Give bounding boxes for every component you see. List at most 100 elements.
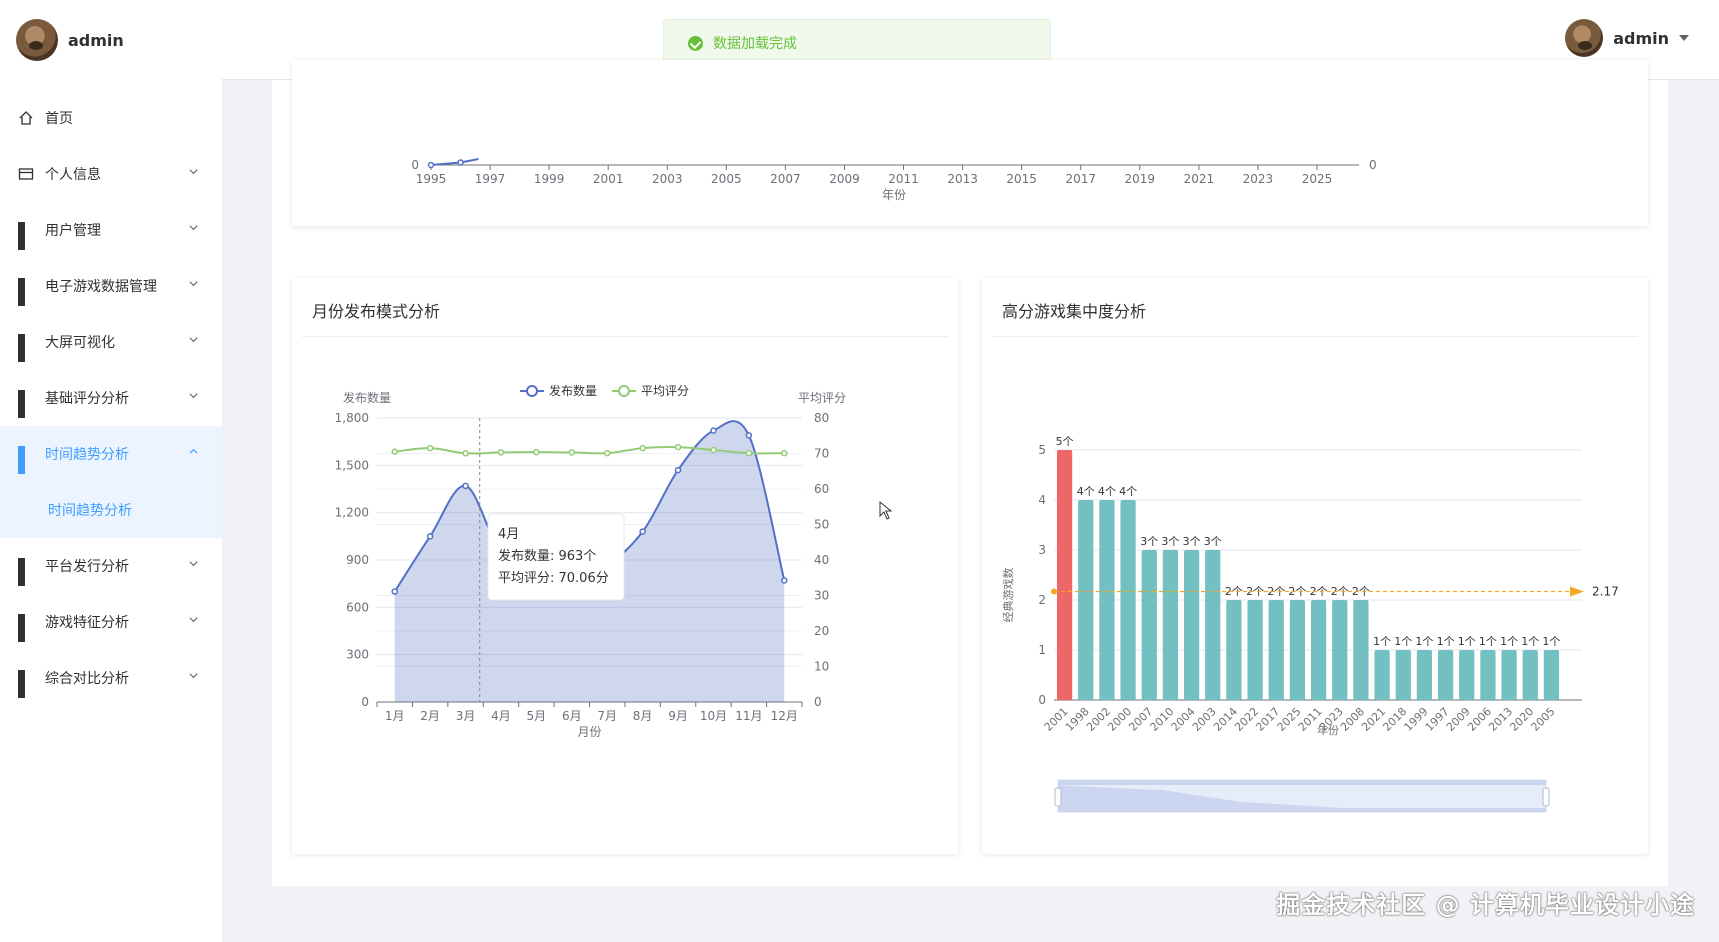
sidebar-item-label: 用户管理 (45, 223, 101, 239)
y-right-tick-label: 0 (814, 695, 822, 709)
bar-value-label: 1个 (1521, 635, 1539, 648)
bar (1374, 650, 1390, 700)
series-point-release-count (391, 588, 398, 595)
main-content: 0 0 1995 1997 1999 2001 2003 2005 2007 2009 2011 20… (272, 60, 1668, 886)
x-tick-label: 2021 (1184, 172, 1215, 186)
submenu-item-time-trend[interactable]: 时间趋势分析 (0, 482, 222, 538)
series-point-avg-score (426, 444, 434, 452)
bar (1141, 550, 1157, 700)
high-score-card: 高分游戏集中度分析 0 1 2 3 4 5 经典游戏数 5个 2001 4个 1998 4个 2002 4… (982, 278, 1648, 854)
sidebar-item-0[interactable]: 首页 (0, 90, 222, 146)
sidebar-item-label: 时间趋势分析 (45, 447, 129, 463)
tooltip-title: 4月 (498, 527, 519, 542)
x-tick-label: 7月 (597, 709, 617, 723)
sidebar: admin 首页 个人信息 用户管理 电子游戏数据管理 大屏可视化 基础评分分析 时间趋势分… (0, 0, 222, 942)
sidebar-item-label: 电子游戏数据管理 (45, 279, 157, 295)
home-icon (19, 111, 33, 125)
y-left-tick-label: 1,500 (335, 458, 369, 472)
grid-icon (18, 614, 34, 642)
series-point-release-count (426, 533, 434, 540)
y-right-tick-label: 30 (814, 589, 829, 603)
y-right-tick-label: 70 (814, 447, 829, 461)
bar (1268, 600, 1284, 700)
y-right-tick-label: 60 (814, 482, 829, 496)
x-tick-label: 8月 (633, 709, 653, 723)
bar (1395, 650, 1411, 700)
x-axis-title: 年份 (882, 188, 906, 202)
y-left-tick-label: 900 (346, 553, 369, 567)
chevron-down-icon (189, 561, 198, 567)
chevron-down-icon (189, 169, 198, 175)
year-trend-card: 0 0 1995 1997 1999 2001 2003 2005 2007 2009 2011 20… (292, 60, 1648, 277)
x-tick-label: 2025 (1302, 172, 1333, 186)
bar (1183, 550, 1200, 700)
check-circle-icon (688, 35, 703, 51)
chevron-down-icon (189, 281, 198, 287)
year-trend-chart: 0 01995 1997 1999 2001 2003 2005 2007 2009 2011 20… (404, 158, 1377, 277)
bar (1543, 650, 1560, 700)
grid-icon (18, 334, 34, 362)
sidebar-item-5[interactable]: 基础评分分析 (0, 370, 222, 426)
bar-value-label: 2个 (1267, 585, 1285, 598)
chevron-down-icon (189, 673, 198, 679)
sidebar-item-8[interactable]: 游戏特征分析 (0, 594, 222, 650)
bar (1522, 650, 1538, 700)
sidebar-item-2[interactable]: 用户管理 (0, 202, 222, 258)
sidebar-brand: admin (16, 19, 124, 61)
sidebar-item-label: 游戏特征分析 (45, 615, 129, 631)
bar-value-label: 4个 (1098, 485, 1116, 498)
bar-value-label: 1个 (1542, 635, 1560, 648)
bar-value-label: 2个 (1225, 585, 1243, 598)
x-tick-label: 5月 (527, 709, 547, 723)
legend-label: 平均评分 (641, 384, 689, 398)
bar (1310, 600, 1327, 700)
sidebar-item-6[interactable]: 时间趋势分析 (0, 426, 222, 482)
sidebar-item-4[interactable]: 大屏可视化 (0, 314, 222, 370)
y-left-axis-title: 发布数量 (343, 390, 391, 405)
y-tick-label: 0 (411, 158, 419, 172)
bar-value-label: 1个 (1373, 635, 1391, 648)
x-axis-title: 年份 (1317, 723, 1339, 737)
x-tick-label: 9月 (668, 709, 688, 723)
tooltip-line: 发布数量: 963个 (498, 548, 596, 564)
watermark: 掘金技术社区 @ 计算机毕业设计小途 (1276, 891, 1695, 919)
x-tick-label: 4月 (491, 709, 511, 723)
bar (1226, 600, 1242, 700)
y-left-tick-label: 1,800 (335, 411, 369, 425)
series-point (457, 159, 464, 166)
series-point (427, 161, 435, 169)
y-right-tick-label: 40 (814, 553, 829, 567)
bar-value-label: 3个 (1161, 535, 1179, 548)
x-tick-label: 2005 (1529, 705, 1558, 734)
sidebar-item-7[interactable]: 平台发行分析 (0, 538, 222, 594)
mark-line-label: 2.17 (1592, 585, 1619, 599)
sidebar-item-1[interactable]: 个人信息 (0, 146, 222, 202)
x-tick-label: 3月 (456, 709, 476, 723)
y-tick-label: 4 (1038, 493, 1046, 507)
user-menu[interactable]: admin (1565, 19, 1689, 57)
series-point-release-count (639, 528, 646, 535)
sidebar-item-label: 基础评分分析 (45, 391, 129, 407)
sidebar-item-9[interactable]: 综合对比分析 (0, 650, 222, 706)
x-tick-label: 2月 (420, 709, 440, 723)
series-point-avg-score (603, 449, 611, 457)
chevron-down-icon (189, 225, 198, 231)
y-tick-label: 2 (1038, 593, 1046, 607)
bar (1056, 450, 1073, 700)
bar (1480, 650, 1496, 700)
x-axis-title: 月份 (577, 725, 601, 739)
y-left-tick-label: 600 (346, 600, 369, 614)
sidebar-item-label: 大屏可视化 (45, 335, 115, 351)
bar (1120, 500, 1136, 700)
chart-tooltip: 4月发布数量: 963个平均评分: 70.06分 (487, 513, 625, 601)
x-tick-label: 6月 (562, 709, 582, 723)
series-point-release-count (462, 482, 469, 490)
x-tick-label: 12月 (771, 709, 798, 723)
bar-value-label: 1个 (1479, 635, 1497, 648)
bar (1205, 550, 1221, 700)
mark-line-arrow (1570, 586, 1584, 597)
bar-value-label: 1个 (1437, 635, 1455, 648)
sidebar-item-3[interactable]: 电子游戏数据管理 (0, 258, 222, 314)
caret-down-icon (1679, 35, 1689, 41)
bar (1078, 500, 1094, 700)
